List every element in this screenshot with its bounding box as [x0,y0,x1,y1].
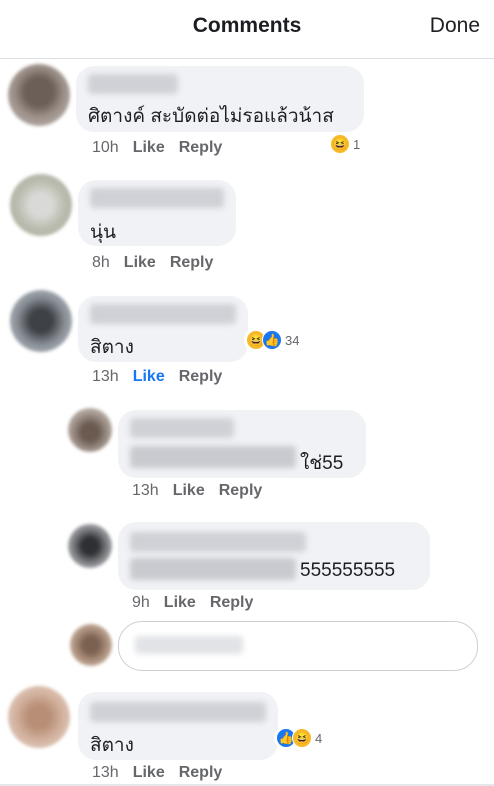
avatar[interactable] [8,686,70,748]
comment-text: ศิตางค์ สะบัดต่อไม่รอแล้วน้าส [88,106,334,127]
avatar[interactable] [10,174,72,236]
reply-button[interactable]: Reply [219,482,263,499]
comment-actions: 13h Like Reply [92,764,236,782]
comment-time: 13h [92,764,119,781]
comment-text: 555555555 [300,560,396,581]
reaction-summary[interactable]: 😆 1 [328,132,365,156]
comment-actions: 8h Like Reply [92,254,227,272]
like-icon: 👍 [262,330,282,350]
current-user-avatar [70,624,112,666]
reaction-count: 1 [353,136,361,152]
like-button[interactable]: Like [173,482,205,499]
reply-input[interactable] [118,621,478,671]
avatar[interactable] [8,64,70,126]
comment-time: 8h [92,254,110,271]
comment-time: 9h [132,594,150,611]
commenter-name[interactable] [90,702,266,722]
comment-time: 10h [92,139,119,156]
comment-actions: 13h Like Reply [132,482,276,500]
reply-button[interactable]: Reply [210,594,254,611]
reply-button[interactable]: Reply [170,254,214,271]
like-button[interactable]: Like [133,139,165,156]
comment-text: สิตาง [90,735,134,756]
comment-text: ใช่55 [300,453,344,474]
mention-tag[interactable] [130,446,296,468]
reaction-summary[interactable]: 😆 👍 34 [244,328,304,352]
commenter-name[interactable] [88,74,178,94]
commenter-name[interactable] [90,188,224,208]
done-button[interactable]: Done [430,14,480,38]
avatar[interactable] [68,524,112,568]
like-button[interactable]: Like [124,254,156,271]
page-title: Comments [192,14,302,37]
avatar[interactable] [10,290,72,352]
commenter-name[interactable] [130,418,234,438]
reply-button[interactable]: Reply [179,368,223,385]
comment-actions: 10h Like Reply [92,139,236,157]
haha-icon: 😆 [292,728,312,748]
reply-button[interactable]: Reply [179,139,223,156]
comment-actions: 9h Like Reply [132,594,267,612]
comment-text: สิตาง [90,337,134,358]
comment-text: นุ่น [90,222,116,243]
like-button[interactable]: Like [133,764,165,781]
mention-tag[interactable] [130,558,296,580]
commenter-name[interactable] [90,304,236,324]
like-button[interactable]: Like [164,594,196,611]
commenter-name[interactable] [130,532,306,552]
comment-time: 13h [132,482,159,499]
reaction-summary[interactable]: 👍 😆 4 [274,726,327,750]
avatar[interactable] [68,408,112,452]
comment-time: 13h [92,368,119,385]
comment-actions: 13h Like Reply [92,368,236,386]
reply-button[interactable]: Reply [179,764,223,781]
reaction-count: 4 [315,730,323,746]
haha-icon: 😆 [330,134,350,154]
reply-input-placeholder [135,636,243,654]
like-button[interactable]: Like [133,368,165,385]
reaction-count: 34 [285,332,300,348]
header-bar: Comments Done [0,0,494,59]
